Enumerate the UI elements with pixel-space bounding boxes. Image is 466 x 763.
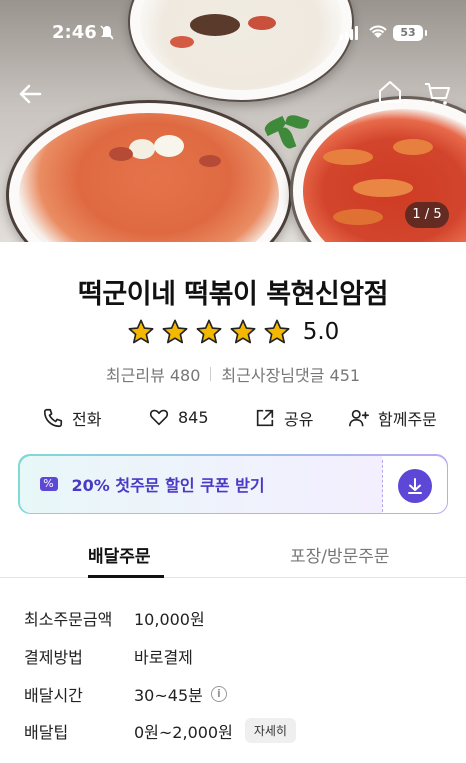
min-order-value: 10,000원: [134, 610, 205, 629]
divider: [381, 459, 383, 512]
tip-detail-button[interactable]: 자세히: [244, 718, 296, 743]
recent-reviews-link[interactable]: 최근리뷰 480: [106, 362, 201, 386]
call-label: 전화: [72, 410, 102, 429]
share-label: 공유: [284, 410, 314, 429]
download-icon: [407, 477, 422, 494]
payment-label: 결제방법: [24, 648, 83, 667]
back-arrow-icon[interactable]: [14, 78, 46, 110]
like-button[interactable]: 845: [148, 406, 209, 428]
payment-value: 바로결제: [134, 648, 193, 667]
battery-icon: 53: [393, 25, 427, 41]
image-counter: 1 / 5: [405, 202, 449, 228]
delivery-tip-value: 0원~2,000원: [134, 722, 233, 742]
delivery-time-value: 30~45분: [134, 686, 203, 705]
phone-icon: [43, 408, 63, 428]
rating-score: 5.0: [302, 319, 340, 345]
add-person-icon: [349, 409, 369, 427]
payment-row: 결제방법 바로결제: [24, 644, 193, 668]
store-name: 떡군이네 떡볶이 복현신암점: [78, 279, 388, 310]
heart-icon: [149, 409, 169, 426]
tab-pickup[interactable]: 포장/방문주문: [290, 542, 390, 567]
star-icon: [264, 319, 290, 344]
wifi-icon: [368, 24, 388, 44]
share-icon: [256, 409, 274, 427]
action-bar: 전화 845 공유 함께주문: [0, 406, 466, 436]
coupon-main[interactable]: % 20% 첫주문 할인 쿠폰 받기: [19, 455, 382, 513]
hero-image[interactable]: 2:46 53 1 / 5: [0, 0, 466, 242]
delivery-time-row: 배달시간 30~45분 i: [24, 682, 227, 706]
min-order-row: 최소주문금액 10,000원: [24, 606, 205, 630]
coupon-banner[interactable]: % 20% 첫주문 할인 쿠폰 받기: [18, 454, 448, 514]
delivery-time-label: 배달시간: [24, 686, 83, 705]
order-type-tabs: 배달주문 포장/방문주문: [0, 540, 466, 578]
call-button[interactable]: 전화: [42, 406, 101, 430]
home-icon[interactable]: [376, 78, 404, 106]
bell-muted-icon: [100, 25, 114, 45]
like-count: 845: [178, 407, 209, 427]
delivery-tip-row: 배달팁 0원~2,000원 자세히: [24, 718, 296, 743]
coupon-label: 20% 첫주문 할인 쿠폰 받기: [71, 476, 265, 495]
coupon-percent-icon: %: [39, 477, 58, 491]
info-icon[interactable]: i: [210, 686, 227, 702]
star-icon: [128, 319, 154, 344]
food-plate-rose: [6, 100, 292, 242]
star-icon: [196, 319, 222, 344]
group-order-button[interactable]: 함께주문: [348, 406, 437, 430]
cart-icon[interactable]: [422, 78, 452, 108]
basil-leaf-icon: [277, 125, 297, 151]
signal-icon: [340, 26, 360, 40]
rating-row: 5.0: [0, 318, 466, 346]
review-stats: 최근리뷰 480 최근사장님댓글 451: [0, 362, 466, 386]
star-icon: [162, 319, 188, 344]
download-coupon-button[interactable]: [397, 468, 432, 503]
min-order-label: 최소주문금액: [24, 610, 113, 629]
tab-delivery[interactable]: 배달주문: [88, 542, 151, 567]
delivery-tip-label: 배달팁: [24, 722, 69, 742]
status-time: 2:46: [52, 22, 97, 43]
status-bar: 2:46 53: [0, 0, 466, 66]
tab-underline: [88, 575, 164, 578]
group-order-label: 함께주문: [378, 410, 437, 429]
divider: [210, 367, 212, 381]
share-button[interactable]: 공유: [254, 406, 313, 430]
owner-replies-link[interactable]: 최근사장님댓글 451: [221, 362, 360, 386]
star-icon: [230, 319, 256, 344]
